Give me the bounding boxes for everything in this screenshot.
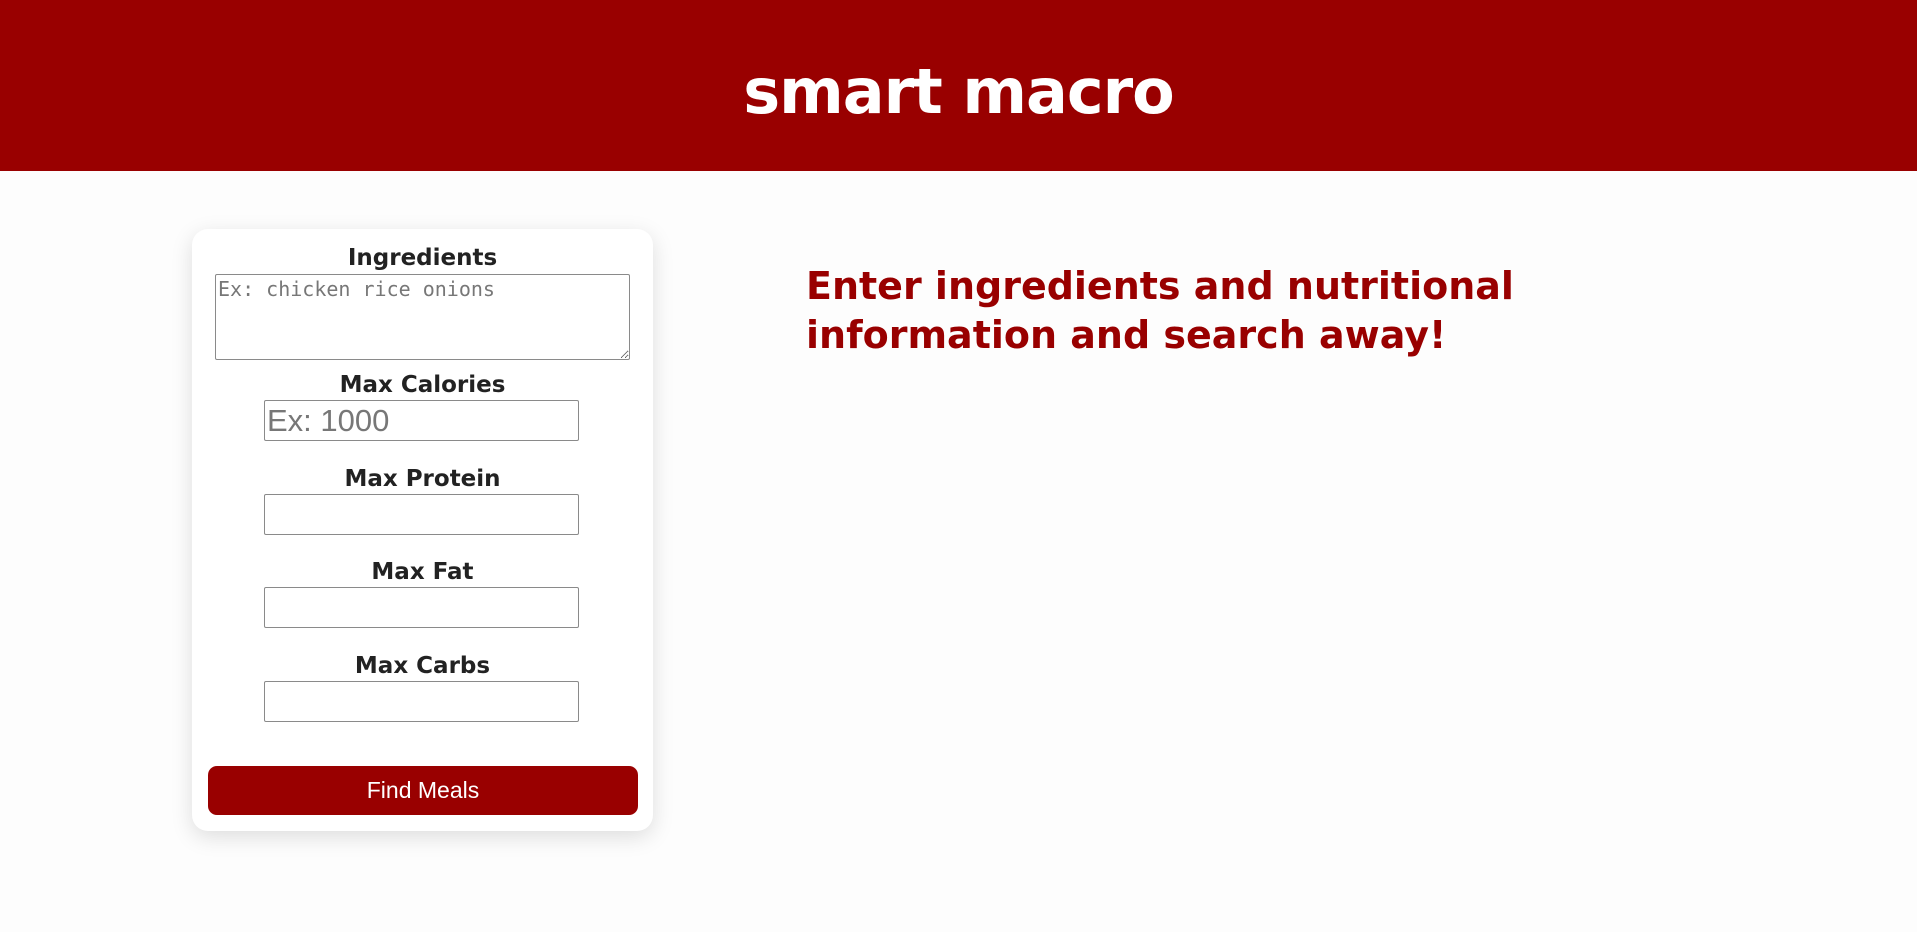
max-protein-input[interactable] [264, 494, 579, 535]
max-calories-label: Max Calories [339, 372, 506, 398]
app-header: smart macro [0, 0, 1917, 171]
max-fat-label: Max Fat [371, 559, 474, 585]
max-fat-input[interactable] [264, 587, 579, 628]
max-calories-input[interactable] [264, 400, 579, 441]
instructions-message: Enter ingredients and nutritional inform… [806, 264, 1514, 357]
max-protein-label: Max Protein [344, 466, 501, 492]
max-carbs-input[interactable] [264, 681, 579, 722]
app-title: smart macro [743, 55, 1175, 128]
ingredients-label: Ingredients [347, 245, 498, 271]
ingredients-input[interactable] [215, 274, 630, 360]
search-form-card: Ingredients Max Calories Max Protein Max… [192, 229, 653, 831]
find-meals-button[interactable]: Find Meals [208, 766, 638, 815]
max-carbs-label: Max Carbs [354, 653, 491, 679]
